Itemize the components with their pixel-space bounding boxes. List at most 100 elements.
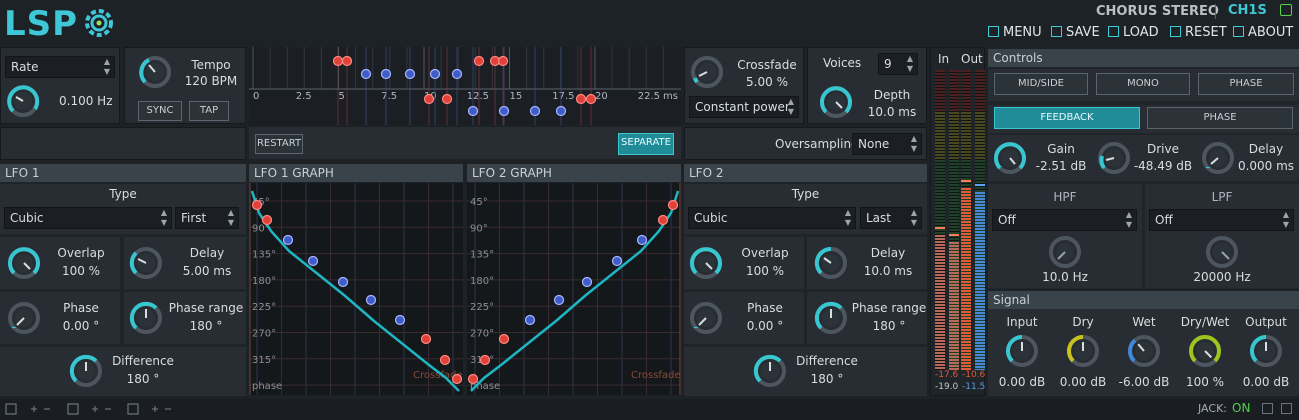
- voice-marker-blue[interactable]: [404, 68, 416, 80]
- feedback-delay-knob[interactable]: [1200, 140, 1236, 176]
- gain-knob[interactable]: [992, 140, 1028, 176]
- voice-marker-blue[interactable]: [498, 105, 510, 117]
- lfo-voice-red[interactable]: [439, 354, 451, 366]
- signal-input-knob[interactable]: [1004, 333, 1040, 369]
- menu-load-button[interactable]: LOAD: [1108, 24, 1159, 42]
- lfo-voice-blue[interactable]: [611, 255, 623, 267]
- lpf-mode-select[interactable]: Off ▲ ▼: [1149, 209, 1294, 231]
- lfo-voice-red[interactable]: [479, 354, 491, 366]
- lfo1-range-knob[interactable]: [128, 300, 164, 336]
- lfo2-range-knob[interactable]: [813, 300, 849, 336]
- lfo1-delay-knob[interactable]: [128, 245, 164, 281]
- level-meters: [935, 70, 985, 370]
- help-icon[interactable]: [1262, 403, 1273, 414]
- lfo-voice-blue[interactable]: [524, 314, 536, 326]
- lfo-voice-red[interactable]: [667, 199, 679, 211]
- menu-save-button[interactable]: SAVE: [1051, 24, 1100, 42]
- lfo-voice-blue[interactable]: [581, 276, 593, 288]
- feedback-button[interactable]: FEEDBACK: [994, 107, 1140, 129]
- lfo2-type-label: Type: [791, 187, 820, 201]
- phase-button[interactable]: PHASE: [1198, 73, 1294, 95]
- tap-button[interactable]: TAP: [189, 101, 229, 121]
- depth-knob[interactable]: [818, 84, 854, 120]
- hpf-freq-knob[interactable]: [1047, 234, 1083, 270]
- meter-out-l-value: -10.6: [962, 370, 986, 380]
- lfo-voice-red[interactable]: [467, 373, 479, 385]
- hpf-box: HPF Off ▲ ▼ 10.0 Hz: [988, 184, 1142, 288]
- lfo2-phase-knob[interactable]: [688, 300, 724, 336]
- separate-button[interactable]: SEPARATE: [618, 133, 674, 155]
- gear-logo-icon: [85, 9, 113, 37]
- voice-marker-blue[interactable]: [360, 68, 372, 80]
- lfo2-mode-select[interactable]: Last ▲ ▼: [860, 207, 922, 229]
- lfo-voice-blue[interactable]: [307, 255, 319, 267]
- lfo-voice-blue[interactable]: [553, 294, 565, 306]
- jack-state[interactable]: ON: [1232, 401, 1250, 415]
- meter-out-label: Out: [961, 52, 983, 66]
- lfo2-delay-knob[interactable]: [813, 245, 849, 281]
- signal-dry-knob[interactable]: [1065, 333, 1101, 369]
- crossfade-knob[interactable]: [689, 54, 725, 90]
- crossfade-mode-select[interactable]: Constant power ▲ ▼: [689, 96, 799, 118]
- menu-about-button[interactable]: ABOUT: [1233, 24, 1293, 42]
- lpf-freq-knob[interactable]: [1204, 234, 1240, 270]
- lfo1-overlap-knob[interactable]: [6, 245, 42, 281]
- hpf-mode-select[interactable]: Off ▲ ▼: [992, 209, 1137, 231]
- voice-marker-blue[interactable]: [555, 105, 567, 117]
- lfo1-overlap-label: Overlap: [57, 246, 105, 260]
- lfo2-diff-knob[interactable]: [752, 353, 788, 389]
- voice-marker-blue[interactable]: [529, 105, 541, 117]
- signal-wet-knob[interactable]: [1126, 333, 1162, 369]
- voice-marker-red[interactable]: [341, 55, 353, 67]
- lfo2-type-select[interactable]: Cubic ▲ ▼: [688, 207, 856, 229]
- voice-marker-blue[interactable]: [467, 105, 479, 117]
- voice-marker-red[interactable]: [575, 93, 587, 105]
- rate-knob[interactable]: [5, 83, 41, 119]
- mono-button[interactable]: MONO: [1096, 73, 1190, 95]
- voices-select[interactable]: 9 ▲ ▼: [878, 53, 918, 75]
- signal-output-knob[interactable]: [1248, 333, 1284, 369]
- tempo-knob[interactable]: [137, 54, 173, 90]
- resize-icon[interactable]: [1281, 403, 1292, 414]
- voice-marker-red[interactable]: [441, 93, 453, 105]
- restart-button[interactable]: RESTART: [255, 134, 303, 154]
- lfo-voice-blue[interactable]: [337, 276, 349, 288]
- crossfade-panel: Crossfade 5.00 % Constant power ▲ ▼: [684, 47, 804, 124]
- voice-marker-red[interactable]: [332, 55, 344, 67]
- lfo-voice-red[interactable]: [420, 333, 432, 345]
- voice-marker-red[interactable]: [473, 55, 485, 67]
- voices-timeline: 02.557.51012.51517.52022.5ms: [249, 47, 681, 125]
- lfo1-type-select[interactable]: Cubic ▲ ▼: [4, 207, 172, 229]
- voice-marker-blue[interactable]: [451, 68, 463, 80]
- lfo-voice-red[interactable]: [251, 199, 263, 211]
- menu-reset-button[interactable]: RESET: [1170, 24, 1227, 42]
- menu-menu-button[interactable]: MENU: [988, 24, 1042, 42]
- lfo-voice-red[interactable]: [261, 214, 273, 226]
- sync-button[interactable]: SYNC: [138, 101, 182, 121]
- lfo1-mode-select[interactable]: First ▲ ▼: [175, 207, 239, 229]
- midside-button[interactable]: MID/SIDE: [994, 73, 1088, 95]
- oversampling-select[interactable]: None ▲ ▼: [852, 133, 922, 155]
- lfo2-overlap-knob[interactable]: [688, 245, 724, 281]
- drive-knob[interactable]: [1096, 140, 1132, 176]
- lfo-voice-blue[interactable]: [394, 314, 406, 326]
- lfo-voice-red[interactable]: [657, 214, 669, 226]
- voice-marker-red[interactable]: [585, 93, 597, 105]
- feedback-phase-button[interactable]: PHASE: [1147, 107, 1293, 129]
- lfo1-phase-knob[interactable]: [6, 300, 42, 336]
- signal-drywet-knob[interactable]: [1187, 333, 1223, 369]
- voice-marker-red[interactable]: [497, 55, 509, 67]
- lfo-voice-red[interactable]: [498, 333, 510, 345]
- lfo-voice-blue[interactable]: [282, 234, 294, 246]
- lfo-voice-blue[interactable]: [636, 234, 648, 246]
- lfo1-diff-knob[interactable]: [68, 353, 104, 389]
- meter-in-l-value: -17.6: [935, 370, 959, 380]
- voice-marker-red[interactable]: [423, 93, 435, 105]
- lfo-voice-red[interactable]: [451, 373, 463, 385]
- voice-marker-blue[interactable]: [429, 68, 441, 80]
- lfo-voice-blue[interactable]: [365, 294, 377, 306]
- lfo1-overlap-value: 100 %: [61, 264, 101, 278]
- voice-marker-blue[interactable]: [380, 68, 392, 80]
- power-icon[interactable]: [1280, 4, 1292, 16]
- rate-mode-select[interactable]: Rate ▲ ▼: [5, 56, 115, 78]
